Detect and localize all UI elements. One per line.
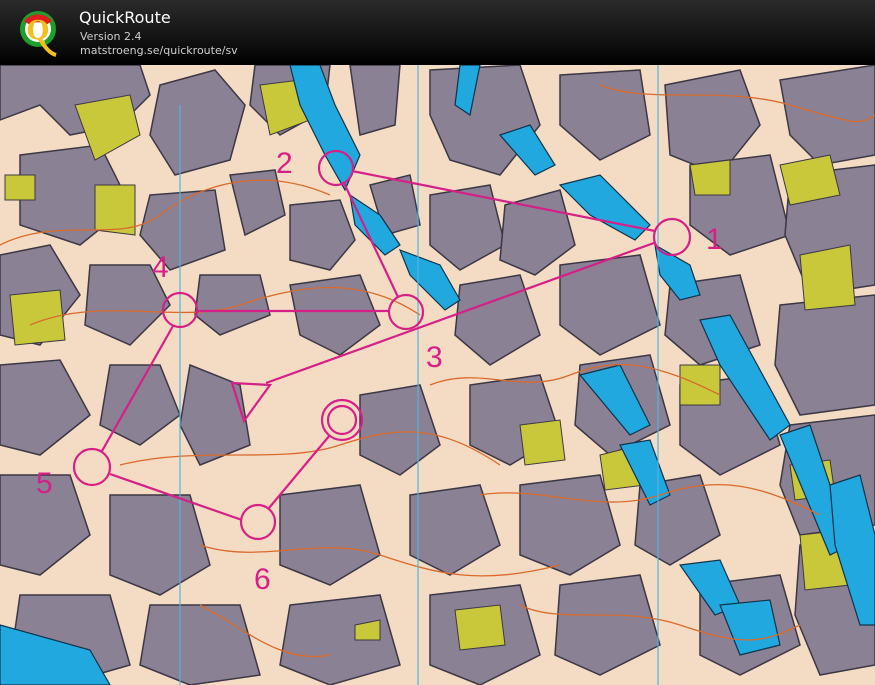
map-canvas[interactable]: 1 2 3 4 5 6	[0, 65, 875, 685]
control-number-4: 4	[152, 251, 169, 284]
quickroute-q-logo-icon: Q	[20, 11, 57, 57]
control-number-1: 1	[706, 223, 723, 256]
orienteering-map[interactable]: 1 2 3 4 5 6	[0, 65, 875, 685]
logo-letter: Q	[27, 16, 50, 46]
control-number-2: 2	[276, 147, 293, 180]
app-header: Q QuickRoute Version 2.4 matstroeng.se/q…	[0, 0, 875, 66]
app-url: matstroeng.se/quickroute/sv	[80, 44, 238, 57]
app-title: QuickRoute	[79, 8, 171, 27]
control-number-5: 5	[36, 467, 53, 500]
app-version: Version 2.4	[80, 30, 142, 43]
control-number-3: 3	[426, 341, 443, 374]
control-number-6: 6	[254, 563, 271, 596]
